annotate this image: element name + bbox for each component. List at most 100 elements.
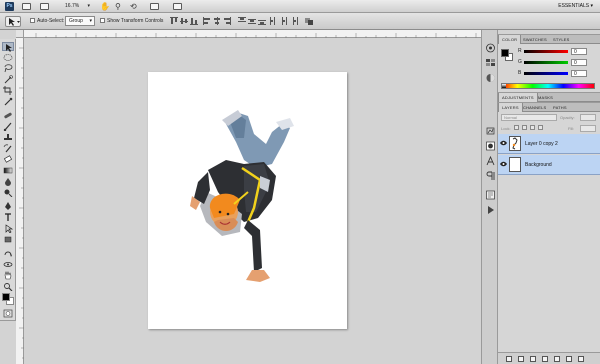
distribute-bottom-icon[interactable] bbox=[258, 17, 266, 25]
rotate-view-icon[interactable]: ⟲ bbox=[130, 1, 137, 12]
adjustments-panel-icon[interactable] bbox=[485, 126, 496, 136]
tab-layers[interactable]: LAYERS bbox=[498, 103, 523, 112]
healing-tool[interactable] bbox=[2, 111, 14, 120]
bridge-icon[interactable] bbox=[22, 3, 31, 10]
zoom-level-dropdown[interactable]: 16.7% bbox=[62, 2, 92, 11]
3d-orbit-tool[interactable] bbox=[2, 260, 14, 269]
layer-style-icon[interactable] bbox=[518, 356, 524, 362]
new-group-icon[interactable] bbox=[554, 356, 560, 362]
lock-transparent-icon[interactable] bbox=[514, 125, 519, 130]
mini-bridge-icon[interactable] bbox=[40, 3, 49, 10]
lasso-tool[interactable] bbox=[2, 64, 14, 73]
workspace-switcher[interactable]: ESSENTIALS ▾ bbox=[549, 1, 597, 12]
visibility-eye-icon[interactable] bbox=[500, 161, 507, 167]
path-select-tool[interactable] bbox=[2, 224, 14, 233]
type-tool[interactable] bbox=[2, 213, 14, 222]
gradient-tool[interactable] bbox=[2, 166, 14, 175]
distribute-left-icon[interactable] bbox=[270, 17, 278, 25]
paragraph-panel-icon[interactable] bbox=[485, 171, 496, 181]
hand-tool-icon[interactable]: ✋ bbox=[100, 1, 110, 12]
distribute-vertical-center-icon[interactable] bbox=[248, 17, 256, 25]
align-bottom-icon[interactable] bbox=[190, 17, 198, 25]
layer-row[interactable]: Background bbox=[498, 155, 600, 175]
quick-mask-button[interactable] bbox=[2, 309, 14, 318]
new-layer-icon[interactable] bbox=[566, 356, 572, 362]
blur-tool[interactable] bbox=[2, 177, 14, 186]
blue-channel-input[interactable]: 0 bbox=[571, 70, 587, 77]
distribute-top-icon[interactable] bbox=[238, 17, 246, 25]
dodge-tool[interactable] bbox=[2, 188, 14, 197]
visibility-eye-icon[interactable] bbox=[500, 140, 507, 146]
fill-input[interactable] bbox=[580, 125, 596, 132]
actions-panel-icon[interactable] bbox=[485, 205, 496, 215]
tab-swatches[interactable]: SWATCHES bbox=[520, 35, 550, 44]
lock-position-icon[interactable] bbox=[530, 125, 535, 130]
align-vertical-center-icon[interactable] bbox=[180, 17, 188, 25]
color-panel-icon[interactable] bbox=[485, 43, 496, 53]
red-channel-slider[interactable] bbox=[524, 50, 568, 53]
auto-select-dropdown[interactable]: Group bbox=[65, 16, 95, 26]
masks-panel-icon[interactable] bbox=[485, 141, 496, 151]
tab-paths[interactable]: PATHS bbox=[550, 103, 570, 112]
pen-tool[interactable] bbox=[2, 202, 14, 211]
brush-tool[interactable] bbox=[2, 122, 14, 131]
hand-tool[interactable] bbox=[2, 271, 14, 280]
eyedropper-tool[interactable] bbox=[2, 97, 14, 106]
align-top-icon[interactable] bbox=[170, 17, 178, 25]
lock-pixels-icon[interactable] bbox=[522, 125, 527, 130]
trash-icon[interactable] bbox=[578, 356, 584, 362]
tab-color[interactable]: COLOR bbox=[498, 35, 522, 44]
zoom-tool[interactable] bbox=[2, 282, 14, 291]
green-channel-input[interactable]: 0 bbox=[571, 59, 587, 66]
swatches-panel-glyph bbox=[486, 59, 495, 66]
panel-foreground-swatch[interactable] bbox=[501, 49, 509, 57]
tab-masks[interactable]: MASKS bbox=[535, 93, 556, 102]
green-channel-slider[interactable] bbox=[524, 61, 568, 64]
zoom-tool-icon[interactable]: ⚲ bbox=[115, 1, 121, 12]
opacity-input[interactable] bbox=[580, 114, 596, 121]
3d-rotate-tool[interactable] bbox=[2, 249, 14, 258]
move-tool-preset-icon bbox=[9, 18, 20, 26]
color-spectrum-ramp[interactable] bbox=[501, 83, 595, 89]
arrange-documents-icon[interactable] bbox=[150, 3, 159, 10]
screen-mode-icon[interactable] bbox=[173, 3, 182, 10]
show-transform-checkbox[interactable] bbox=[100, 18, 105, 23]
lock-all-icon[interactable] bbox=[538, 125, 543, 130]
marquee-tool[interactable] bbox=[2, 53, 14, 62]
clone-stamp-tool[interactable] bbox=[2, 133, 14, 142]
align-right-icon[interactable] bbox=[223, 17, 231, 25]
foreground-color-swatch[interactable] bbox=[2, 293, 10, 301]
red-channel-input[interactable]: 0 bbox=[571, 48, 587, 55]
tool-preset-picker[interactable] bbox=[5, 16, 21, 27]
history-panel-icon[interactable] bbox=[485, 190, 496, 200]
panel-dock-strip bbox=[481, 30, 498, 364]
link-layers-icon[interactable] bbox=[506, 356, 512, 362]
shape-tool[interactable] bbox=[2, 235, 14, 244]
document-canvas[interactable] bbox=[148, 72, 347, 329]
distribute-right-icon[interactable] bbox=[290, 17, 298, 25]
auto-select-checkbox[interactable] bbox=[30, 18, 35, 23]
distribute-horizontal-center-icon[interactable] bbox=[280, 17, 288, 25]
adjustment-layer-icon[interactable] bbox=[542, 356, 548, 362]
styles-panel-icon[interactable] bbox=[485, 73, 496, 83]
history-brush-tool[interactable] bbox=[2, 144, 14, 153]
tab-channels[interactable]: CHANNELS bbox=[520, 103, 549, 112]
auto-align-layers-icon[interactable] bbox=[305, 17, 313, 25]
blend-mode-dropdown[interactable]: Normal bbox=[501, 114, 557, 121]
swatches-panel-icon[interactable] bbox=[485, 58, 496, 68]
add-mask-icon[interactable] bbox=[530, 356, 536, 362]
fill-label: Fill: bbox=[568, 126, 575, 131]
layer-row[interactable]: Layer 0 copy 2 bbox=[498, 134, 600, 154]
tab-adjustments[interactable]: ADJUSTMENTS bbox=[498, 93, 538, 102]
tab-styles[interactable]: STYLES bbox=[550, 35, 573, 44]
align-horizontal-center-icon[interactable] bbox=[213, 17, 221, 25]
crop-tool[interactable] bbox=[2, 86, 14, 95]
move-tool[interactable] bbox=[2, 42, 14, 52]
character-panel-icon[interactable] bbox=[485, 156, 496, 166]
eraser-tool[interactable] bbox=[2, 155, 14, 164]
align-left-icon[interactable] bbox=[203, 17, 211, 25]
blue-channel-slider[interactable] bbox=[524, 72, 568, 75]
crop-icon bbox=[3, 86, 12, 95]
quick-select-tool[interactable] bbox=[2, 75, 14, 84]
ruler-origin[interactable] bbox=[16, 30, 24, 38]
